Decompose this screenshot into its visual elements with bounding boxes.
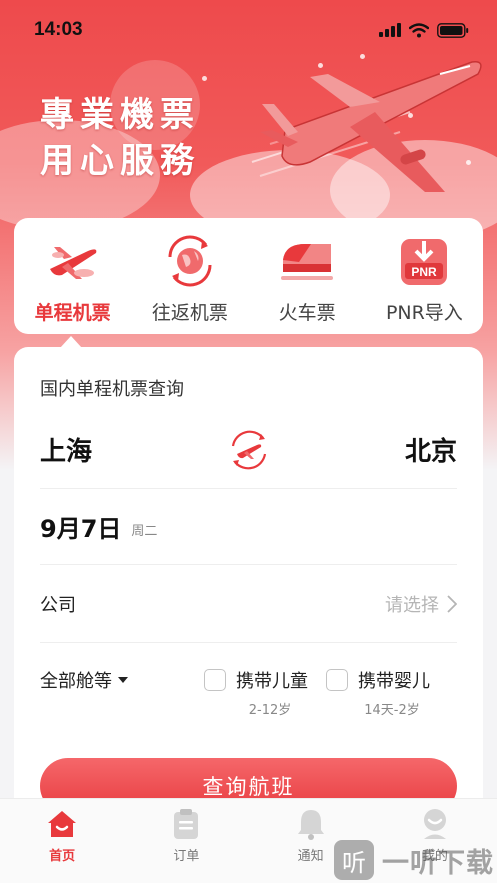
clipboard-icon <box>169 807 203 841</box>
svg-text:PNR: PNR <box>412 265 438 279</box>
caret-down-icon <box>118 677 128 683</box>
signal-icon <box>379 23 401 37</box>
ticket-type-roundtrip[interactable]: 往返机票 <box>135 232 245 325</box>
watermark-logo: 听 <box>334 840 374 880</box>
ticket-type-train[interactable]: 火车票 <box>252 232 362 325</box>
search-form-title: 国内单程机票查询 <box>40 379 184 400</box>
watermark-text: 一听下载 <box>382 847 494 879</box>
status-icons <box>379 22 469 38</box>
train-icon <box>278 232 336 290</box>
swap-plane-icon <box>231 430 266 469</box>
ticket-type-oneway[interactable]: 单程机票 <box>18 232 128 325</box>
child-option-line: 携带儿童 <box>204 667 308 693</box>
swap-cities-button[interactable] <box>225 426 273 474</box>
departure-date: 9月7日 <box>40 515 122 543</box>
plane-oneway-icon <box>44 232 102 290</box>
ticket-type-selector: 单程机票 往返机票 火车票 PNR PNR导入 <box>14 218 483 334</box>
tab-home[interactable]: 首页 <box>22 807 102 883</box>
tab-orders-label: 订单 <box>173 849 200 864</box>
bell-icon <box>294 807 328 841</box>
infant-age-range: 14天-2岁 <box>364 703 420 718</box>
cabin-class-dropdown[interactable]: 全部舱等 <box>40 667 204 693</box>
child-age-range: 2-12岁 <box>248 703 292 718</box>
flight-search-form: 国内单程机票查询 上海 北京 9月7日 周二 公司 请选择 全部舱等 携带儿童 … <box>14 347 483 817</box>
sparkle-dot <box>202 76 207 81</box>
home-icon <box>45 807 79 841</box>
departure-city[interactable]: 上海 <box>40 431 92 468</box>
chevron-right-icon <box>447 594 457 613</box>
hero-slogan: 專業機票 用心服務 <box>40 92 200 184</box>
company-label: 公司 <box>40 594 76 616</box>
date-picker[interactable]: 9月7日 周二 <box>40 489 457 565</box>
airplane-illustration <box>251 61 482 192</box>
company-row[interactable]: 公司 请选择 <box>40 565 457 643</box>
city-row: 上海 北京 <box>40 411 457 489</box>
tab-home-label: 首页 <box>49 849 76 864</box>
infant-label: 携带婴儿 <box>358 671 430 692</box>
ticket-type-train-label: 火车票 <box>278 302 336 324</box>
ticket-type-pnr[interactable]: PNR PNR导入 <box>369 232 479 325</box>
company-select[interactable]: 请选择 <box>385 591 457 617</box>
hero-slogan-line2: 用心服務 <box>40 141 200 181</box>
infant-option-line: 携带婴儿 <box>326 667 430 693</box>
pnr-import-icon: PNR <box>395 232 453 290</box>
arrival-city[interactable]: 北京 <box>405 431 457 468</box>
cabin-passenger-row: 全部舱等 携带儿童 2-12岁 携带婴儿 14天-2岁 <box>40 643 457 733</box>
infant-checkbox[interactable] <box>326 669 348 691</box>
tab-orders[interactable]: 订单 <box>146 807 226 883</box>
cabin-class-value: 全部舱等 <box>40 671 112 692</box>
battery-icon <box>437 22 469 38</box>
site-watermark: 听 一听下载 <box>334 836 494 883</box>
departure-weekday: 周二 <box>131 524 158 539</box>
child-option[interactable]: 携带儿童 2-12岁 <box>204 667 308 718</box>
ticket-type-oneway-label: 单程机票 <box>34 302 111 324</box>
child-checkbox[interactable] <box>204 669 226 691</box>
globe-roundtrip-icon <box>161 232 219 290</box>
infant-option[interactable]: 携带婴儿 14天-2岁 <box>326 667 430 718</box>
hero-slogan-line1: 專業機票 <box>40 95 200 135</box>
ticket-type-pnr-label: PNR导入 <box>385 302 463 324</box>
status-bar: 14:03 <box>0 0 497 60</box>
ticket-type-roundtrip-label: 往返机票 <box>151 302 228 324</box>
company-placeholder: 请选择 <box>385 594 439 616</box>
child-label: 携带儿童 <box>236 671 308 692</box>
tab-notifications-label: 通知 <box>297 849 324 864</box>
status-time: 14:03 <box>34 19 83 40</box>
wifi-icon <box>409 22 429 37</box>
